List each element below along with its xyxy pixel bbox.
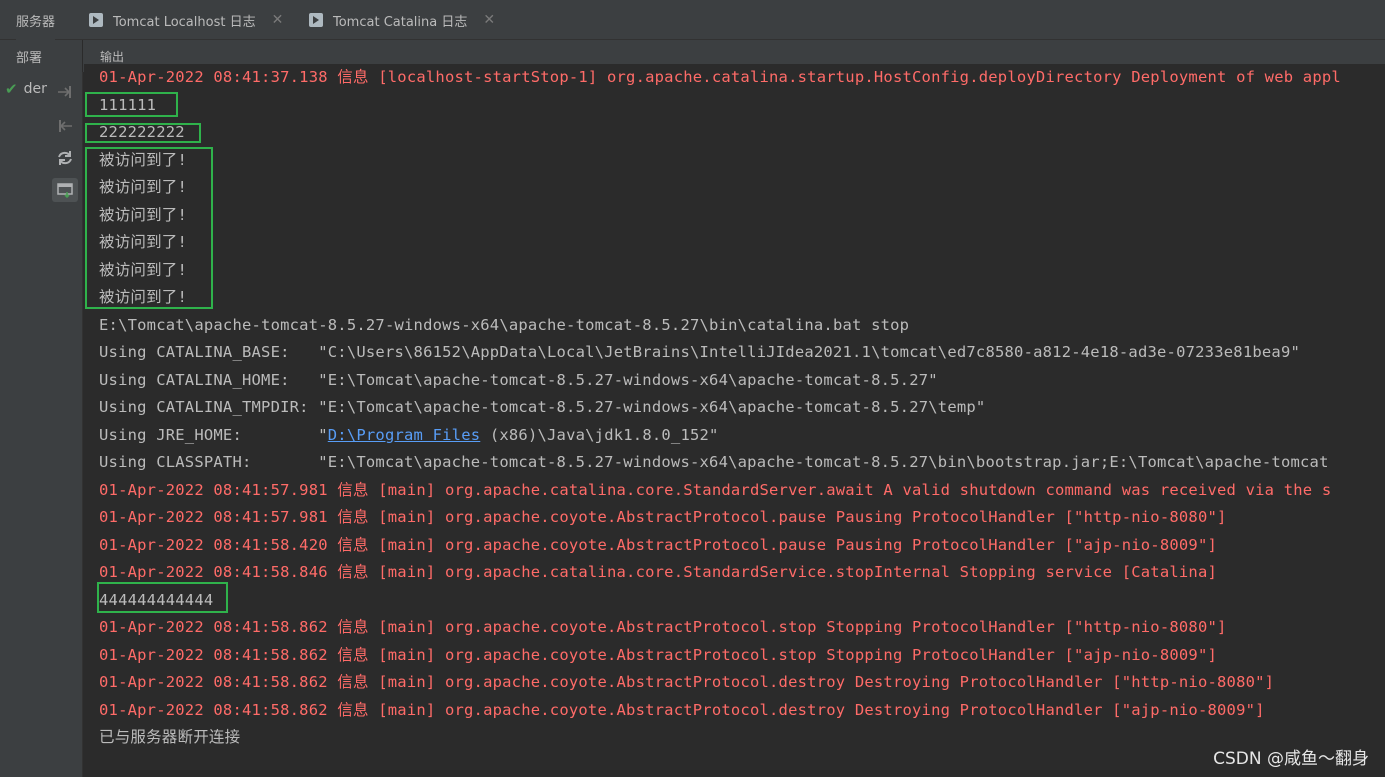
ide-services-window: 服务器 Tomcat Localhost 日志 ✕ Tomcat Catalin… — [0, 0, 1385, 777]
log-line: 01-Apr-2022 08:41:58.862 信息 [main] org.a… — [99, 645, 1218, 664]
tool-window-tabs: 服务器 Tomcat Localhost 日志 ✕ Tomcat Catalin… — [0, 0, 1385, 40]
deploy-header: 部署 — [0, 40, 83, 72]
tab-label: Tomcat Catalina 日志 — [333, 14, 468, 30]
log-line: E:\Tomcat\apache-tomcat-8.5.27-windows-x… — [99, 315, 910, 334]
highlight-box — [85, 92, 178, 117]
log-line: Using CATALINA_BASE: "C:\Users\86152\App… — [99, 343, 1301, 361]
tab-label: 服务器 — [16, 14, 56, 30]
log-line: Using JRE_HOME: "D:\Program Files (x86)\… — [99, 422, 719, 449]
log-line: Using CLASSPATH: "E:\Tomcat\apache-tomca… — [99, 453, 1329, 471]
tab-tomcat-localhost-log[interactable]: Tomcat Localhost 日志 ✕ — [89, 0, 283, 40]
console-output[interactable]: 01-Apr-2022 08:41:37.138 信息 [localhost-s… — [84, 64, 1385, 777]
log-line: Using CATALINA_HOME: "E:\Tomcat\apache-t… — [99, 370, 938, 389]
log-line: 01-Apr-2022 08:41:57.981 信息 [main] org.a… — [99, 508, 1227, 526]
close-icon[interactable]: ✕ — [272, 12, 284, 28]
log-line: 已与服务器断开连接 — [99, 728, 241, 746]
log-line: 01-Apr-2022 08:41:58.862 信息 [main] org.a… — [99, 618, 1227, 636]
highlight-box — [85, 147, 213, 309]
tab-label: Tomcat Localhost 日志 — [113, 14, 256, 30]
log-line: 01-Apr-2022 08:41:58.862 信息 [main] org.a… — [99, 673, 1275, 691]
refresh-icon[interactable] — [52, 146, 78, 170]
log-output-icon[interactable] — [52, 178, 78, 202]
check-icon: ✔ — [5, 80, 18, 98]
watermark: CSDN @咸鱼～翻身 — [1213, 749, 1369, 769]
log-line: 01-Apr-2022 08:41:58.862 信息 [main] org.a… — [99, 700, 1265, 719]
log-text: Using JRE_HOME: " — [99, 425, 328, 444]
deployment-panel: ✔ demo — [0, 72, 83, 777]
highlight-box — [85, 123, 201, 143]
log-line: 01-Apr-2022 08:41:37.138 信息 [localhost-s… — [99, 68, 1341, 86]
console-tab-icon — [89, 13, 103, 27]
highlight-box — [97, 582, 228, 613]
tab-tomcat-catalina-log[interactable]: Tomcat Catalina 日志 ✕ — [309, 0, 495, 40]
deployment-item[interactable]: ✔ demo — [5, 80, 47, 98]
log-line: 01-Apr-2022 08:41:58.420 信息 [main] org.a… — [99, 535, 1218, 554]
log-line: 01-Apr-2022 08:41:57.981 信息 [main] org.a… — [99, 480, 1332, 499]
console-tab-icon — [309, 13, 323, 27]
deployment-item-label: demo — [23, 81, 47, 97]
log-line: 01-Apr-2022 08:41:58.846 信息 [main] org.a… — [99, 563, 1218, 581]
deploy-icon[interactable] — [52, 80, 78, 104]
tab-servers[interactable]: 服务器 — [16, 0, 56, 40]
log-text: (x86)\Java\jdk1.8.0_152" — [480, 425, 719, 444]
path-link[interactable]: D:\Program Files — [328, 426, 481, 444]
close-icon[interactable]: ✕ — [483, 12, 495, 28]
log-line: Using CATALINA_TMPDIR: "E:\Tomcat\apache… — [99, 398, 986, 416]
undeploy-icon[interactable] — [52, 114, 78, 138]
